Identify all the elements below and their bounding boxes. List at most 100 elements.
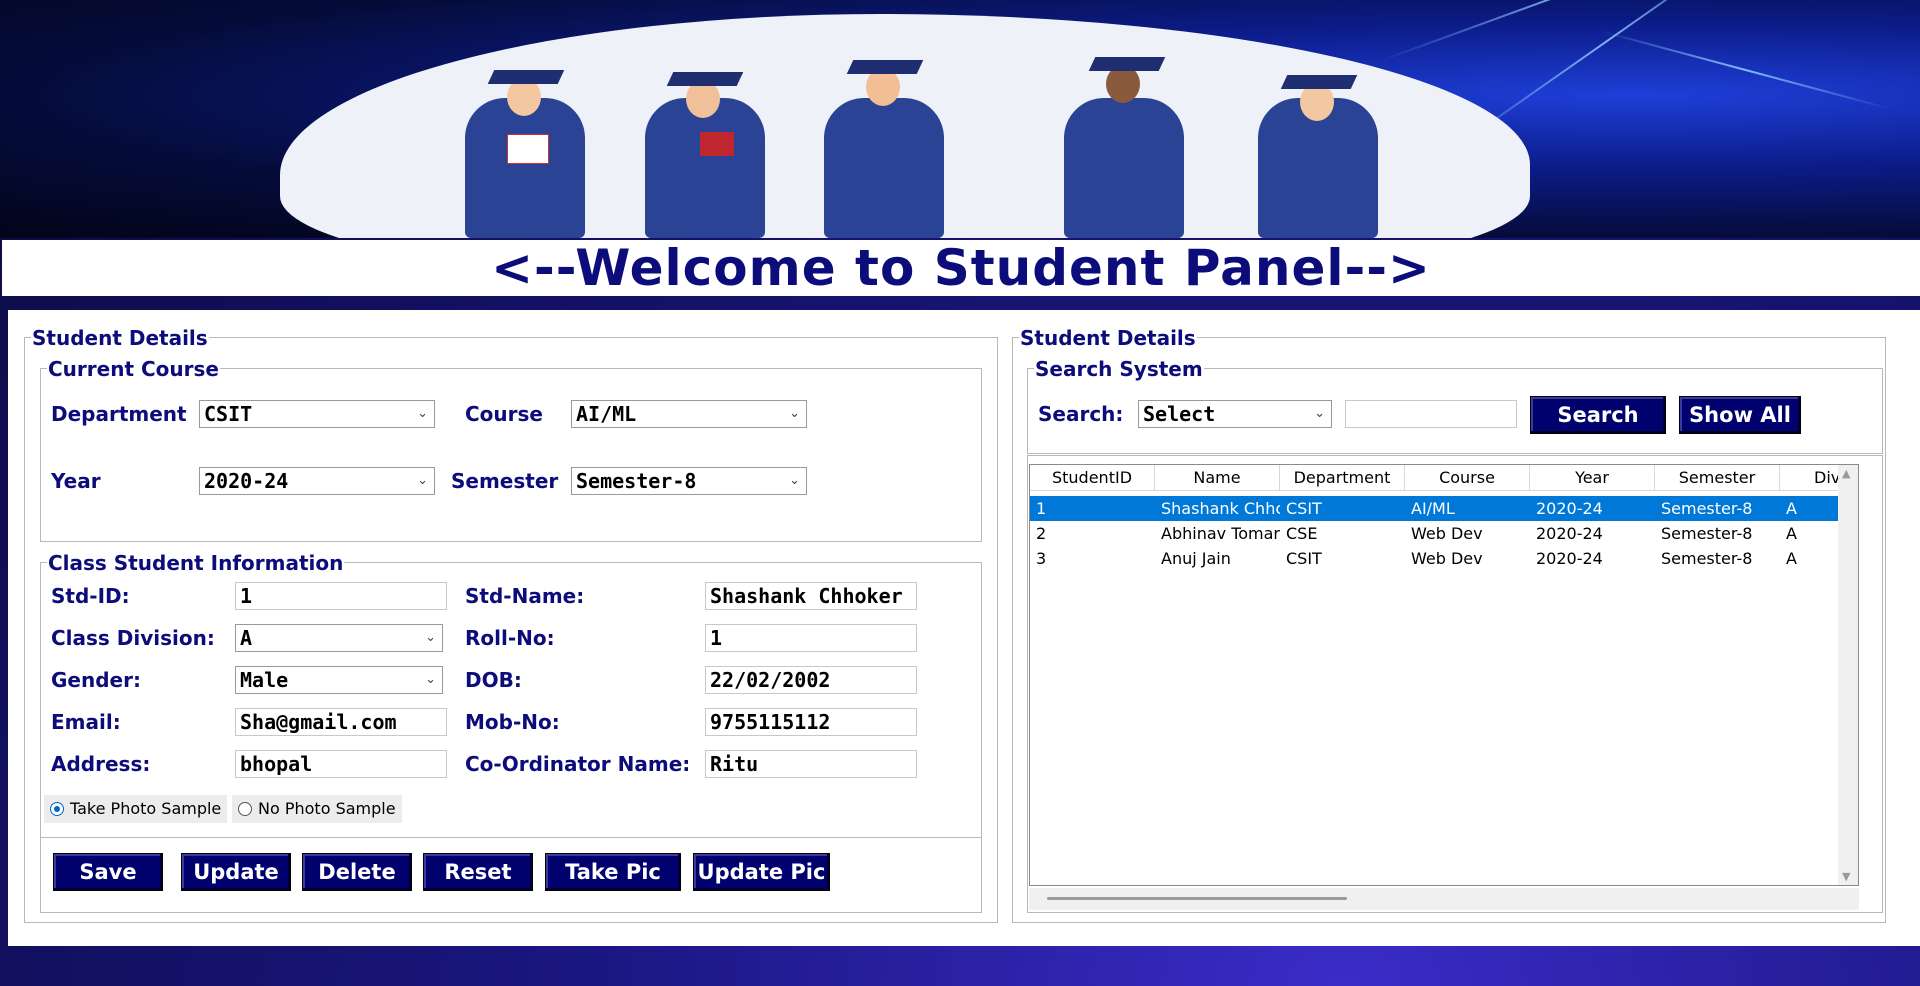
update-pic-button[interactable]: Update Pic xyxy=(693,853,830,891)
column-header-semester[interactable]: Semester xyxy=(1655,465,1780,491)
table-cell: CSE xyxy=(1286,524,1318,543)
scroll-down-arrow-icon[interactable]: ▼ xyxy=(1842,870,1850,883)
column-header-studentid[interactable]: StudentID xyxy=(1030,465,1155,491)
std-name-field[interactable]: Shashank Chhoker xyxy=(705,582,917,610)
student-details-legend: Student Details xyxy=(31,326,209,350)
reset-button[interactable]: Reset xyxy=(423,853,533,891)
coordinator-field[interactable]: Ritu xyxy=(705,750,917,778)
table-cell: 2020-24 xyxy=(1536,524,1603,543)
column-header-course[interactable]: Course xyxy=(1405,465,1530,491)
chevron-down-icon: ⌄ xyxy=(417,473,428,488)
semester-combobox[interactable]: Semester-8 ⌄ xyxy=(571,467,807,495)
header-banner xyxy=(0,0,1920,238)
roll-label: Roll-No: xyxy=(465,626,555,650)
show-all-button[interactable]: Show All xyxy=(1679,396,1801,434)
division-combobox[interactable]: A ⌄ xyxy=(235,624,443,652)
column-header-name[interactable]: Name xyxy=(1155,465,1280,491)
graduate-figure xyxy=(640,68,770,238)
current-course-legend: Current Course xyxy=(47,357,220,381)
scroll-up-arrow-icon[interactable]: ▲ xyxy=(1842,467,1850,480)
table-header: StudentID Name Department Course Year Se… xyxy=(1030,465,1858,491)
delete-button[interactable]: Delete xyxy=(302,853,412,891)
table-cell: Web Dev xyxy=(1411,549,1483,568)
dob-label: DOB: xyxy=(465,668,522,692)
std-id-label: Std-ID: xyxy=(51,584,130,608)
take-photo-radio[interactable]: Take Photo Sample xyxy=(44,795,228,823)
take-pic-button[interactable]: Take Pic xyxy=(545,853,681,891)
dob-field[interactable]: 22/02/2002 xyxy=(705,666,917,694)
address-label: Address: xyxy=(51,752,151,776)
take-photo-radio-label: Take Photo Sample xyxy=(70,799,222,818)
vertical-scrollbar[interactable]: ▲ ▼ xyxy=(1838,465,1858,885)
year-label: Year xyxy=(51,469,101,493)
table-cell: 1 xyxy=(1036,499,1047,518)
chevron-down-icon: ⌄ xyxy=(425,630,436,645)
course-value: AI/ML xyxy=(576,402,637,426)
gender-label: Gender: xyxy=(51,668,141,692)
semester-label: Semester xyxy=(451,469,559,493)
graduate-figure xyxy=(455,68,605,238)
table-cell: CSIT xyxy=(1286,499,1322,518)
table-cell: 2 xyxy=(1036,524,1047,543)
light-streak xyxy=(1379,0,1776,62)
table-cell: AI/ML xyxy=(1411,499,1455,518)
mob-label: Mob-No: xyxy=(465,710,560,734)
department-value: CSIT xyxy=(204,402,253,426)
gender-combobox[interactable]: Male ⌄ xyxy=(235,666,443,694)
no-photo-radio[interactable]: No Photo Sample xyxy=(232,795,402,823)
roll-field[interactable]: 1 xyxy=(705,624,917,652)
light-streak xyxy=(1599,30,1891,110)
table-cell: Web Dev xyxy=(1411,524,1483,543)
search-by-combobox[interactable]: Select ⌄ xyxy=(1138,400,1332,428)
student-table[interactable]: StudentID Name Department Course Year Se… xyxy=(1029,464,1859,886)
radio-unselected-icon xyxy=(238,802,252,816)
chevron-down-icon: ⌄ xyxy=(789,406,800,421)
save-button[interactable]: Save xyxy=(53,853,163,891)
address-field[interactable]: bhopal xyxy=(235,750,447,778)
table-cell: Abhinav Tomar xyxy=(1161,524,1280,543)
table-cell: Shashank Chhc xyxy=(1161,499,1280,518)
search-label: Search: xyxy=(1038,402,1124,426)
table-cell: 2020-24 xyxy=(1536,499,1603,518)
chevron-down-icon: ⌄ xyxy=(425,672,436,687)
column-header-year[interactable]: Year xyxy=(1530,465,1655,491)
search-by-value: Select xyxy=(1143,402,1216,426)
table-cell: CSIT xyxy=(1286,549,1322,568)
update-button[interactable]: Update xyxy=(181,853,291,891)
radio-selected-icon xyxy=(50,802,64,816)
search-button[interactable]: Search xyxy=(1530,396,1666,434)
std-id-field[interactable]: 1 xyxy=(235,582,447,610)
department-combobox[interactable]: CSIT ⌄ xyxy=(199,400,435,428)
table-row[interactable]: 2 Abhinav Tomar CSE Web Dev 2020-24 Seme… xyxy=(1030,521,1858,546)
mob-field[interactable]: 9755115112 xyxy=(705,708,917,736)
page-title: <--Welcome to Student Panel--> xyxy=(491,239,1431,297)
horizontal-scrollbar[interactable] xyxy=(1029,888,1859,910)
horizontal-scrollbar-thumb[interactable] xyxy=(1047,897,1347,900)
coordinator-label: Co-Ordinator Name: xyxy=(465,752,691,776)
year-combobox[interactable]: 2020-24 ⌄ xyxy=(199,467,435,495)
title-bar: <--Welcome to Student Panel--> xyxy=(2,239,1920,297)
column-header-department[interactable]: Department xyxy=(1280,465,1405,491)
table-cell: Semester-8 xyxy=(1661,549,1753,568)
division-value: A xyxy=(240,626,253,650)
year-value: 2020-24 xyxy=(204,469,289,493)
graduate-figure xyxy=(1250,73,1390,238)
table-row-selected[interactable]: 1 Shashank Chhc CSIT AI/ML 2020-24 Semes… xyxy=(1030,496,1858,521)
search-input[interactable] xyxy=(1345,400,1517,428)
gender-value: Male xyxy=(240,668,289,692)
search-system-legend: Search System xyxy=(1034,357,1204,381)
graduate-figure xyxy=(810,58,960,238)
current-course-frame: Current Course xyxy=(40,358,982,542)
table-cell: 3 xyxy=(1036,549,1047,568)
table-cell: Semester-8 xyxy=(1661,524,1753,543)
table-cell: Semester-8 xyxy=(1661,499,1753,518)
department-label: Department xyxy=(51,402,187,426)
course-label: Course xyxy=(465,402,543,426)
table-cell: 2020-24 xyxy=(1536,549,1603,568)
right-student-details-legend: Student Details xyxy=(1019,326,1197,350)
graduate-figure xyxy=(1050,53,1200,238)
no-photo-radio-label: No Photo Sample xyxy=(258,799,396,818)
table-row[interactable]: 3 Anuj Jain CSIT Web Dev 2020-24 Semeste… xyxy=(1030,546,1858,571)
email-field[interactable]: Sha@gmail.com xyxy=(235,708,447,736)
course-combobox[interactable]: AI/ML ⌄ xyxy=(571,400,807,428)
